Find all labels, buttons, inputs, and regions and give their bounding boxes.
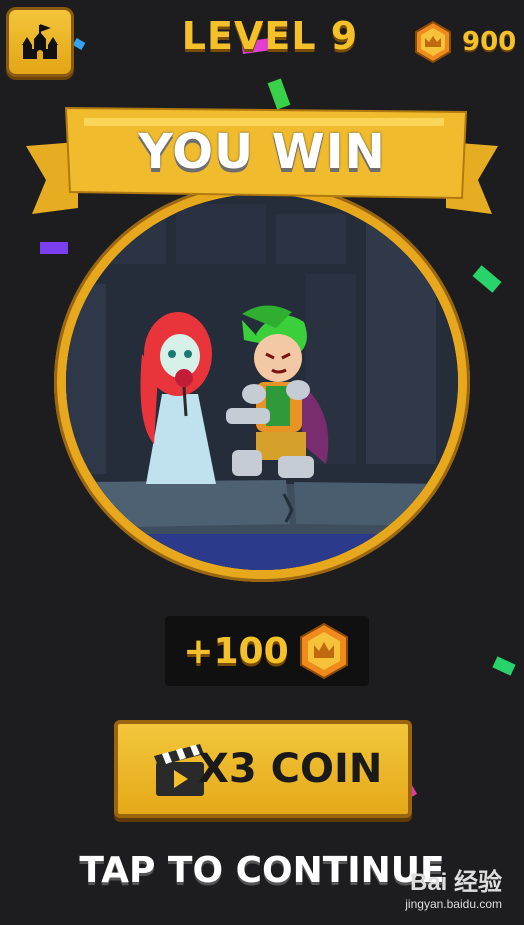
confetti-piece bbox=[40, 242, 68, 254]
reward-panel: +100 bbox=[165, 616, 369, 686]
home-button[interactable] bbox=[6, 7, 74, 77]
confetti-piece bbox=[472, 265, 502, 293]
confetti-piece bbox=[267, 78, 291, 110]
coin-count: 900 bbox=[462, 27, 517, 57]
coin-balance: 900 bbox=[412, 20, 520, 64]
hero-rescue-scene bbox=[66, 194, 458, 570]
confetti-piece bbox=[492, 656, 516, 676]
crown-coin-icon bbox=[299, 623, 348, 679]
watermark-sub: jingyan.baidu.com bbox=[405, 897, 502, 911]
baidu-watermark: Bai 经验 jingyan.baidu.com bbox=[405, 862, 502, 911]
level-title: LEVEL 9 bbox=[181, 14, 359, 58]
reward-amount: +100 bbox=[183, 630, 289, 672]
watermark-main: Bai 经验 bbox=[409, 869, 502, 896]
crown-coin-icon bbox=[415, 21, 451, 63]
x3-coin-label: X3 COIN bbox=[198, 746, 383, 792]
castle-icon bbox=[22, 24, 58, 59]
you-win-title: YOU WIN bbox=[138, 124, 386, 180]
confetti-piece bbox=[72, 38, 86, 50]
x3-coin-button[interactable]: X3 COIN bbox=[114, 720, 412, 818]
